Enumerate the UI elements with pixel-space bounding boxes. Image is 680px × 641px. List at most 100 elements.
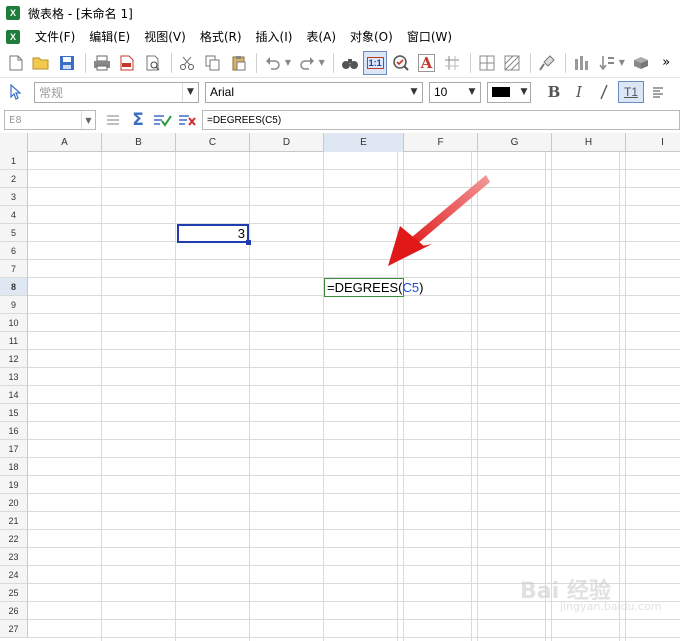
cell-area[interactable]: [28, 152, 680, 641]
row-header-22[interactable]: 22: [0, 530, 28, 548]
align-left-icon[interactable]: [647, 81, 669, 103]
sort-dropdown-icon[interactable]: ▼: [619, 58, 625, 67]
cancel-formula-icon[interactable]: [177, 110, 199, 130]
row-header-1[interactable]: 1: [0, 152, 28, 170]
menu-file[interactable]: 文件(F): [28, 26, 82, 48]
chart-icon[interactable]: [570, 51, 594, 75]
row-header-8[interactable]: 8: [0, 278, 28, 296]
text-color-select[interactable]: ▼: [487, 81, 531, 103]
zoom-actual-button[interactable]: 1:1: [363, 50, 387, 75]
column-header-b[interactable]: B: [102, 133, 176, 152]
menu-bar: X 文件(F) 编辑(E) 视图(V) 格式(R) 插入(I) 表(A) 对象(…: [0, 26, 680, 48]
menu-window[interactable]: 窗口(W): [400, 26, 459, 48]
font-family-value: Arial: [210, 85, 235, 99]
grid-line: [551, 152, 552, 641]
fill-handle[interactable]: [246, 240, 251, 245]
row-header-6[interactable]: 6: [0, 242, 28, 260]
menu-object[interactable]: 对象(O): [343, 26, 400, 48]
spellcheck-icon[interactable]: [389, 51, 413, 75]
cut-icon[interactable]: [176, 51, 200, 75]
row-header-4[interactable]: 4: [0, 206, 28, 224]
text-color-label: A: [417, 53, 436, 72]
text-wrap-button[interactable]: T1: [618, 81, 644, 103]
row-header-10[interactable]: 10: [0, 314, 28, 332]
row-header-21[interactable]: 21: [0, 512, 28, 530]
row-header-11[interactable]: 11: [0, 332, 28, 350]
menu-insert[interactable]: 插入(I): [249, 26, 300, 48]
freeze-panes-icon[interactable]: [440, 51, 464, 75]
font-family-select[interactable]: Arial ▼: [205, 81, 423, 103]
cell-style-select[interactable]: 常规 ▼: [34, 81, 199, 103]
row-header-14[interactable]: 14: [0, 386, 28, 404]
find-icon[interactable]: [338, 51, 362, 75]
cell-c5-value: 3: [237, 226, 245, 241]
italic-button[interactable]: I: [568, 81, 590, 103]
font-size-select[interactable]: 10 ▼: [429, 81, 481, 103]
row-header-19[interactable]: 19: [0, 476, 28, 494]
more-tools-button[interactable]: »: [654, 51, 678, 75]
format-painter-icon[interactable]: [535, 51, 559, 75]
row-header-18[interactable]: 18: [0, 458, 28, 476]
name-box[interactable]: E8 ▼: [4, 110, 96, 130]
toolbar-separator: [84, 52, 86, 73]
column-header-f[interactable]: F: [404, 133, 478, 152]
row-header-27[interactable]: 27: [0, 620, 28, 638]
undo-dropdown-icon[interactable]: ▼: [285, 58, 291, 67]
row-header-3[interactable]: 3: [0, 188, 28, 206]
cell-c5[interactable]: 3: [177, 224, 251, 245]
row-header-20[interactable]: 20: [0, 494, 28, 512]
select-all-corner[interactable]: [0, 133, 28, 152]
row-header-26[interactable]: 26: [0, 602, 28, 620]
column-header-g[interactable]: G: [478, 133, 552, 152]
print-preview-icon[interactable]: [141, 51, 165, 75]
column-header-c[interactable]: C: [176, 133, 250, 152]
strikethrough-icon[interactable]: [593, 81, 615, 103]
row-header-15[interactable]: 15: [0, 404, 28, 422]
export-pdf-icon[interactable]: [115, 51, 139, 75]
plugin-icon[interactable]: [629, 51, 653, 75]
row-header-9[interactable]: 9: [0, 296, 28, 314]
copy-icon[interactable]: [201, 51, 225, 75]
row-header-7[interactable]: 7: [0, 260, 28, 278]
row-header-17[interactable]: 17: [0, 440, 28, 458]
row-header-13[interactable]: 13: [0, 368, 28, 386]
cell-e8-editor[interactable]: =DEGREES(C5): [324, 278, 423, 297]
document-icon[interactable]: X: [6, 30, 20, 44]
select-pointer-icon[interactable]: [4, 80, 28, 104]
paste-icon[interactable]: [227, 51, 251, 75]
open-folder-icon[interactable]: [30, 51, 54, 75]
column-header-i[interactable]: I: [626, 133, 680, 152]
menu-edit[interactable]: 编辑(E): [82, 26, 137, 48]
row-header-23[interactable]: 23: [0, 548, 28, 566]
menu-table[interactable]: 表(A): [299, 26, 343, 48]
redo-dropdown-icon[interactable]: ▼: [319, 58, 325, 67]
cell-style-value: 常规: [39, 85, 64, 100]
undo-icon[interactable]: [261, 51, 285, 75]
sort-icon[interactable]: [595, 51, 619, 75]
menu-format[interactable]: 格式(R): [193, 26, 249, 48]
row-header-25[interactable]: 25: [0, 584, 28, 602]
row-header-16[interactable]: 16: [0, 422, 28, 440]
toolbar-separator: [170, 52, 172, 73]
column-header-h[interactable]: H: [552, 133, 626, 152]
row-header-2[interactable]: 2: [0, 170, 28, 188]
text-color-icon[interactable]: A: [415, 51, 439, 75]
column-header-e[interactable]: E: [324, 133, 404, 152]
row-header-12[interactable]: 12: [0, 350, 28, 368]
column-header-d[interactable]: D: [250, 133, 324, 152]
new-doc-icon[interactable]: [4, 51, 28, 75]
save-icon[interactable]: [55, 51, 79, 75]
sum-icon[interactable]: Σ: [127, 110, 149, 130]
row-header-5[interactable]: 5: [0, 224, 28, 242]
bold-button[interactable]: B: [543, 81, 565, 103]
function-list-icon[interactable]: [102, 110, 124, 130]
menu-view[interactable]: 视图(V): [137, 26, 193, 48]
accept-formula-icon[interactable]: [152, 110, 174, 130]
pattern-icon[interactable]: [500, 51, 524, 75]
formula-input[interactable]: =DEGREES(C5): [202, 110, 680, 130]
row-header-24[interactable]: 24: [0, 566, 28, 584]
borders-icon[interactable]: [475, 51, 499, 75]
print-icon[interactable]: [90, 51, 114, 75]
redo-icon[interactable]: [295, 51, 319, 75]
column-header-a[interactable]: A: [28, 133, 102, 152]
